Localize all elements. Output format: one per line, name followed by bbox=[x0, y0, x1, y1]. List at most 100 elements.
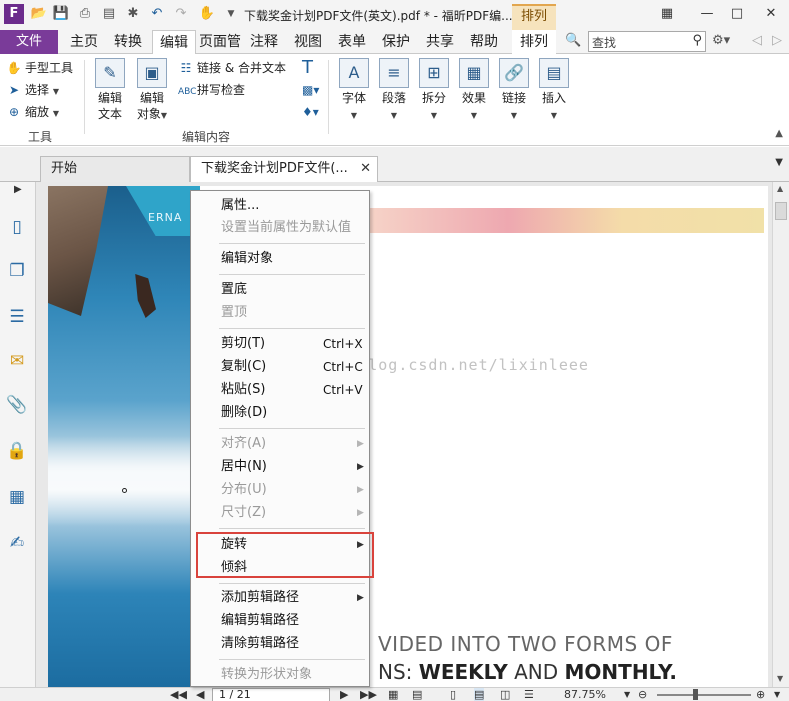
lock-icon[interactable]: 🔒 bbox=[6, 440, 28, 462]
expand-panel-icon[interactable]: ▶ bbox=[14, 184, 22, 195]
save-icon[interactable]: 💾 bbox=[52, 5, 70, 23]
edit-object-button[interactable]: ▣ 编辑 对象▼ bbox=[132, 58, 172, 124]
split-button[interactable]: ⊞ 拆分 ▼ bbox=[416, 58, 452, 124]
lightbulb-icon[interactable]: 🔍 bbox=[565, 33, 581, 48]
single-page-icon[interactable]: ▯ bbox=[450, 688, 456, 701]
link-merge-text-button[interactable]: ☷ 链接 & 合并文本 bbox=[178, 58, 286, 78]
menu-item-delete[interactable]: 删除(D) bbox=[191, 402, 369, 424]
menu-item-bring-to-front[interactable]: 置顶 bbox=[191, 302, 369, 324]
app-logo-icon[interactable]: F bbox=[4, 4, 24, 24]
effects-button[interactable]: ▦ 效果 ▼ bbox=[456, 58, 492, 124]
fit-page-icon[interactable]: ▦ bbox=[388, 688, 398, 701]
menu-item-copy[interactable]: 复制(C) Ctrl+C bbox=[191, 356, 369, 378]
close-icon[interactable]: ✕ bbox=[758, 3, 784, 25]
continuous-facing-icon[interactable]: ☰ bbox=[524, 688, 534, 701]
tab-start[interactable]: 开始 bbox=[40, 156, 190, 182]
menu-share[interactable]: 共享 bbox=[420, 30, 460, 54]
attachment-icon[interactable]: 📎 bbox=[6, 394, 28, 416]
menu-form[interactable]: 表单 bbox=[332, 30, 372, 54]
restore-icon[interactable]: □ bbox=[724, 3, 750, 25]
tab-document[interactable]: 下载奖金计划PDF文件(... ✕ bbox=[190, 156, 378, 182]
kayak-photo[interactable] bbox=[48, 186, 196, 687]
zoom-slider[interactable] bbox=[657, 694, 751, 696]
select-tool-button[interactable]: ➤ 选择 ▼ bbox=[6, 80, 59, 100]
menu-arrange[interactable]: 排列 bbox=[512, 30, 556, 54]
menu-item-add-clip-path[interactable]: 添加剪辑路径 ▶ bbox=[191, 587, 369, 609]
menu-view[interactable]: 视图 bbox=[288, 30, 328, 54]
new-icon[interactable]: ✱ bbox=[124, 5, 142, 23]
page-number-input[interactable]: 1 / 21 bbox=[212, 688, 330, 701]
menu-item-edit-object[interactable]: 编辑对象 bbox=[191, 248, 369, 270]
next-page-icon[interactable]: ▶ bbox=[340, 688, 348, 701]
insert-button[interactable]: ▤ 插入 ▼ bbox=[536, 58, 572, 124]
facing-page-icon[interactable]: ◫ bbox=[500, 688, 510, 701]
tab-list-icon[interactable]: ▼ bbox=[775, 157, 783, 168]
paragraph-button[interactable]: ≡ 段落 ▼ bbox=[376, 58, 412, 124]
pages-icon[interactable]: ❐ bbox=[6, 260, 28, 282]
continuous-page-icon[interactable]: ▤ bbox=[474, 688, 485, 701]
menu-comment[interactable]: 注释 bbox=[244, 30, 284, 54]
rotation-handle[interactable] bbox=[122, 488, 127, 493]
bookmark-icon[interactable]: ▯ bbox=[6, 216, 28, 238]
scroll-thumb[interactable] bbox=[775, 202, 787, 220]
zoom-slider-thumb[interactable] bbox=[693, 689, 698, 700]
menu-convert[interactable]: 转换 bbox=[108, 30, 148, 54]
scan-icon[interactable]: ▤ bbox=[100, 5, 118, 23]
open-icon[interactable]: 📂 bbox=[30, 5, 48, 23]
menu-help[interactable]: 帮助 bbox=[464, 30, 504, 54]
layers-icon[interactable]: ☰ bbox=[6, 306, 28, 328]
last-page-icon[interactable]: ▶▶ bbox=[360, 688, 377, 701]
image-tool-icon[interactable]: ▩▾ bbox=[302, 80, 319, 100]
menu-item-paste[interactable]: 粘贴(S) Ctrl+V bbox=[191, 379, 369, 401]
minimize-icon[interactable]: — bbox=[694, 3, 720, 25]
hand-icon[interactable]: ✋ bbox=[198, 5, 216, 23]
close-tab-icon[interactable]: ✕ bbox=[360, 157, 371, 181]
settings-gear-icon[interactable]: ⚙▾ bbox=[712, 33, 730, 48]
signature-icon[interactable]: ✍ bbox=[6, 532, 28, 554]
menu-item-clear-clip-path[interactable]: 清除剪辑路径 bbox=[191, 633, 369, 655]
print-icon[interactable]: ⎙ bbox=[76, 5, 94, 23]
ribbon-options-icon[interactable]: ▦ bbox=[654, 3, 680, 25]
font-button[interactable]: A 字体 ▼ bbox=[336, 58, 372, 124]
customize-icon[interactable]: ▼ bbox=[222, 5, 240, 23]
document-view[interactable]: ERNA VIDED INTO TWO FORMS OF NS: WEEKLY … bbox=[36, 182, 772, 687]
fields-icon[interactable]: ▦ bbox=[6, 486, 28, 508]
zoom-level[interactable]: 87.75% bbox=[564, 688, 606, 701]
scroll-down-icon[interactable]: ▼ bbox=[777, 674, 783, 683]
zoom-tool-button[interactable]: ⊕ 缩放 ▼ bbox=[6, 102, 59, 122]
menu-item-properties[interactable]: 属性... bbox=[191, 195, 369, 217]
menu-item-set-default[interactable]: 设置当前属性为默认值 bbox=[191, 217, 369, 239]
zoom-in-icon[interactable]: ⊕ bbox=[756, 688, 765, 701]
pdf-page[interactable]: ERNA VIDED INTO TWO FORMS OF NS: WEEKLY … bbox=[48, 186, 768, 687]
hand-tool-button[interactable]: ✋ 手型工具 bbox=[6, 58, 74, 78]
menu-edit[interactable]: 编辑 bbox=[152, 30, 196, 55]
menu-item-align[interactable]: 对齐(A) ▶ bbox=[191, 433, 369, 455]
collapse-ribbon-icon[interactable]: ▲ bbox=[775, 128, 783, 139]
undo-icon[interactable]: ↶ bbox=[148, 5, 166, 23]
menu-page-management[interactable]: 页面管 bbox=[199, 30, 241, 54]
forward-icon[interactable]: ▷ bbox=[772, 33, 782, 48]
scroll-up-icon[interactable]: ▲ bbox=[777, 184, 783, 193]
search-input[interactable]: 查找 ⚲ bbox=[588, 31, 706, 52]
menu-protect[interactable]: 保护 bbox=[376, 30, 416, 54]
more-options-icon[interactable]: ▼ bbox=[774, 688, 780, 701]
menu-item-convert-to-shape[interactable]: 转换为形状对象 bbox=[191, 664, 369, 686]
menu-item-cut[interactable]: 剪切(T) Ctrl+X bbox=[191, 333, 369, 355]
link-button[interactable]: 🔗 链接 ▼ bbox=[496, 58, 532, 124]
first-page-icon[interactable]: ◀◀ bbox=[170, 688, 187, 701]
prev-page-icon[interactable]: ◀ bbox=[196, 688, 204, 701]
menu-item-center[interactable]: 居中(N) ▶ bbox=[191, 456, 369, 478]
text-tool-icon[interactable]: T bbox=[302, 58, 313, 78]
zoom-out-icon[interactable]: ⊖ bbox=[638, 688, 647, 701]
back-icon[interactable]: ◁ bbox=[752, 33, 762, 48]
spell-check-button[interactable]: ABC拼写检查 bbox=[178, 80, 245, 100]
edit-text-button[interactable]: ✎ 编辑 文本 bbox=[92, 58, 128, 122]
comments-icon[interactable]: ✉ bbox=[6, 350, 28, 372]
redo-icon[interactable]: ↷ bbox=[172, 5, 190, 23]
menu-home[interactable]: 主页 bbox=[64, 30, 104, 54]
menu-file[interactable]: 文件 bbox=[0, 30, 58, 54]
menu-item-send-to-back[interactable]: 置底 bbox=[191, 279, 369, 301]
zoom-dropdown-icon[interactable]: ▼ bbox=[624, 688, 630, 701]
menu-item-edit-clip-path[interactable]: 编辑剪辑路径 bbox=[191, 610, 369, 632]
vertical-scrollbar[interactable]: ▲ ▼ bbox=[772, 182, 789, 687]
